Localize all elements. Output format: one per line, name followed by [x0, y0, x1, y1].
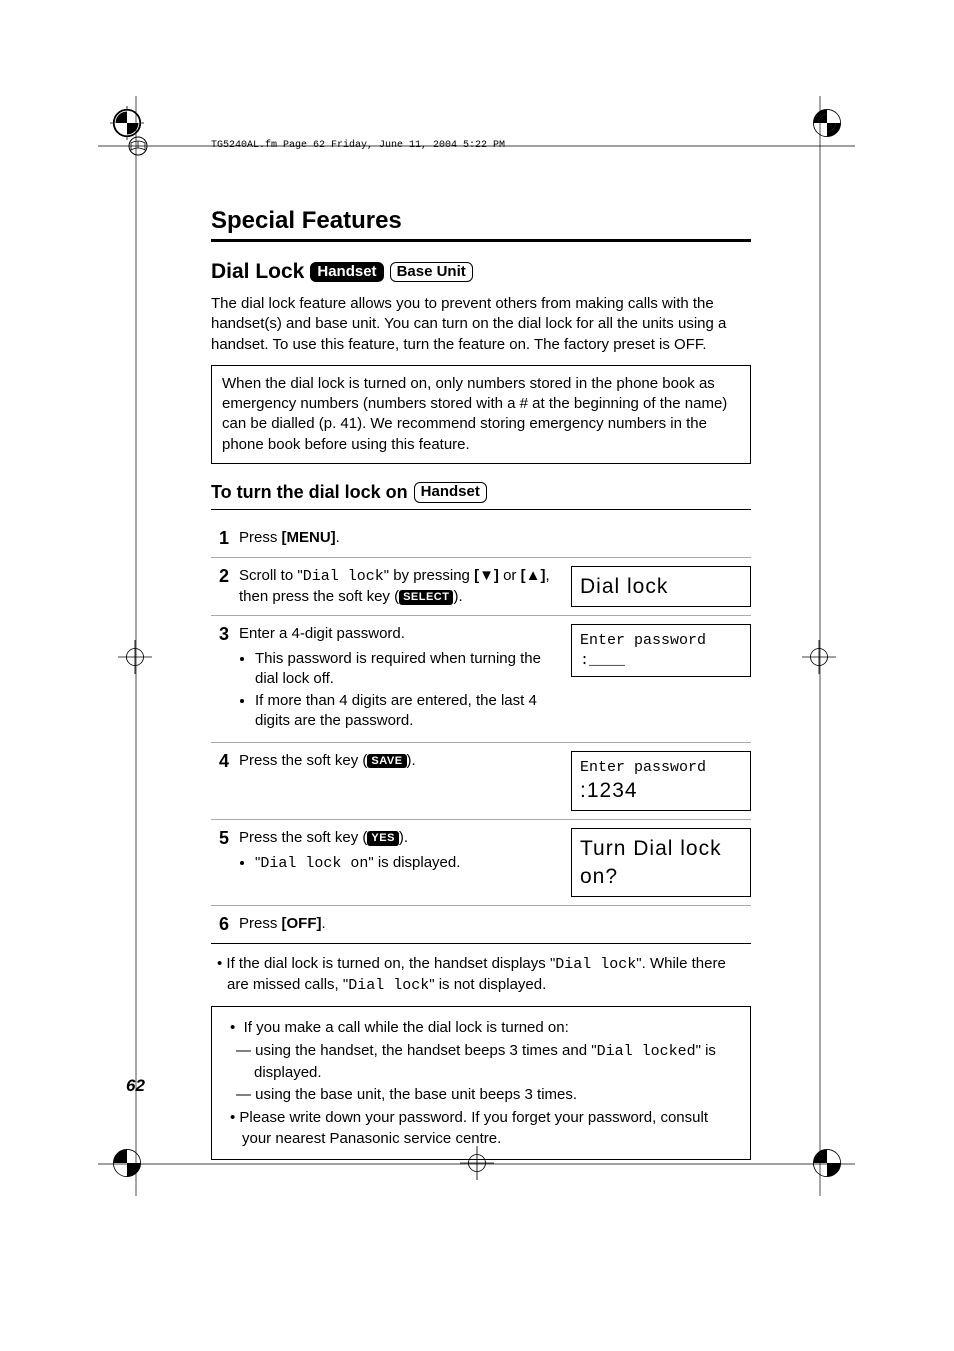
step-body: Scroll to "Dial lock" by pressing [▼] or… — [239, 566, 561, 608]
step-body: Enter a 4-digit password. This password … — [239, 624, 561, 733]
subheading-text: To turn the dial lock on — [211, 482, 408, 503]
lcd-display: Enter password :1234 — [571, 751, 751, 812]
step-body: Press [OFF]. — [239, 914, 751, 934]
lcd-display: Turn Dial lock on? — [571, 828, 751, 897]
step-number: 2 — [211, 566, 229, 587]
step-5: 5 Press the soft key (YES). "Dial lock o… — [211, 820, 751, 906]
tag-handset-sub: Handset — [414, 482, 487, 503]
step-body: Press [MENU]. — [239, 528, 751, 548]
section-rule — [211, 239, 751, 242]
subheading: To turn the dial lock on Handset — [211, 482, 487, 503]
section-title: Special Features — [211, 207, 751, 235]
tag-base-unit: Base Unit — [390, 262, 473, 283]
crop-target-icon — [118, 640, 152, 674]
step-number: 1 — [211, 528, 229, 549]
step-6: 6 Press [OFF]. — [211, 906, 751, 944]
step-4: 4 Press the soft key (SAVE). Enter passw… — [211, 743, 751, 821]
after-note: • If the dial lock is turned on, the han… — [211, 954, 751, 997]
steps-list: 1 Press [MENU]. 2 Scroll to "Dial lock" … — [211, 520, 751, 944]
feature-title-text: Dial Lock — [211, 260, 304, 284]
crop-target-icon — [802, 640, 836, 674]
book-icon — [128, 136, 148, 156]
registration-mark-icon — [810, 106, 844, 140]
step-number: 5 — [211, 828, 229, 849]
tag-handset: Handset — [310, 262, 383, 283]
page-number: 62 — [126, 1076, 145, 1096]
info-box: When the dial lock is turned on, only nu… — [211, 365, 751, 464]
softkey-select: SELECT — [399, 590, 453, 605]
lcd-display: Dial lock — [571, 566, 751, 607]
lcd-display: Enter password :____ — [571, 624, 751, 677]
step-number: 3 — [211, 624, 229, 645]
step-number: 6 — [211, 914, 229, 935]
step-body: Press the soft key (SAVE). — [239, 751, 561, 771]
page-header-meta: TG5240AL.fm Page 62 Friday, June 11, 200… — [211, 140, 751, 151]
subheading-rule — [211, 509, 751, 510]
step-2: 2 Scroll to "Dial lock" by pressing [▼] … — [211, 558, 751, 617]
tips-box: • If you make a call while the dial lock… — [211, 1006, 751, 1160]
feature-heading: Dial Lock Handset Base Unit — [211, 260, 473, 284]
registration-mark-icon — [110, 1146, 144, 1180]
softkey-yes: YES — [367, 831, 399, 846]
step-body: Press the soft key (YES). "Dial lock on"… — [239, 828, 561, 876]
registration-mark-icon — [110, 106, 144, 140]
step-1: 1 Press [MENU]. — [211, 520, 751, 558]
step-number: 4 — [211, 751, 229, 772]
softkey-save: SAVE — [367, 754, 406, 769]
registration-mark-icon — [810, 1146, 844, 1180]
step-3: 3 Enter a 4-digit password. This passwor… — [211, 616, 751, 742]
intro-paragraph: The dial lock feature allows you to prev… — [211, 294, 751, 355]
